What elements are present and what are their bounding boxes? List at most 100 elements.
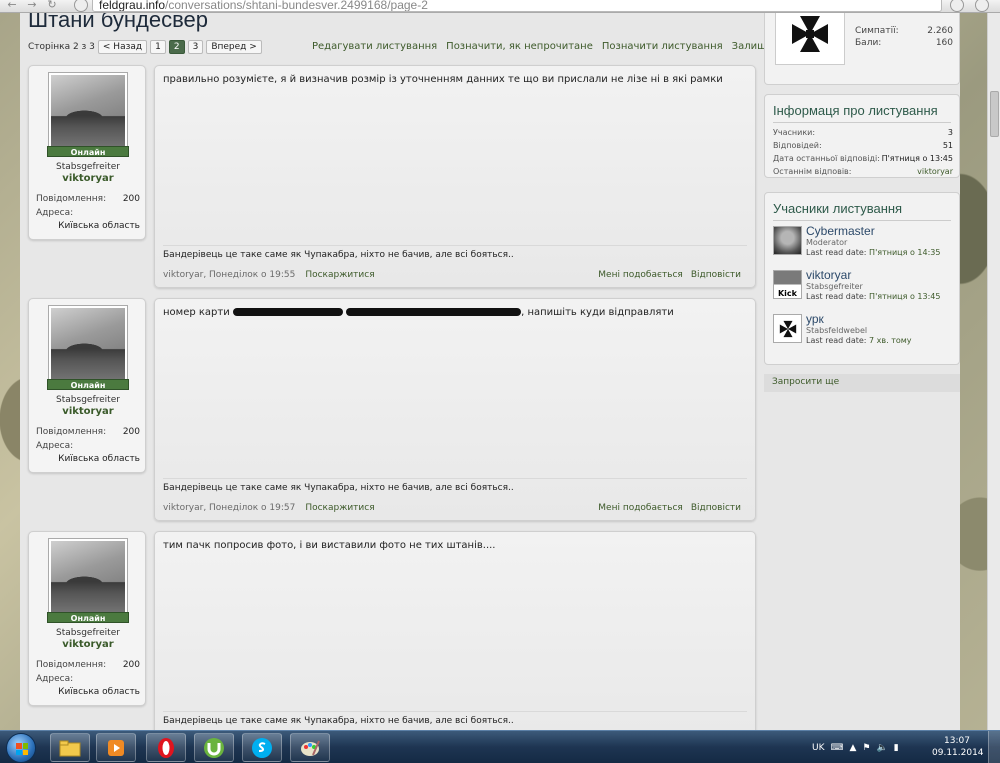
address-label: Адреса: xyxy=(36,208,74,218)
avatar[interactable] xyxy=(48,538,128,618)
report-link[interactable]: Поскаржитися xyxy=(305,503,374,513)
info-label: Останнім відповів: xyxy=(773,167,852,176)
participant-name[interactable]: урк xyxy=(806,312,824,326)
iron-cross-icon xyxy=(779,320,796,337)
pocket-icon[interactable] xyxy=(950,0,964,12)
username-link[interactable]: viktoryar xyxy=(29,406,147,417)
utorrent-taskbar-button[interactable] xyxy=(194,733,234,762)
participant-name[interactable]: Cybermaster xyxy=(806,224,875,238)
participant-item[interactable]: Kick viktoryar Stabsgefreiter Last read … xyxy=(773,268,953,304)
scrollbar[interactable] xyxy=(987,13,1000,730)
forward-arrow-icon[interactable]: → xyxy=(24,0,40,12)
avatar[interactable] xyxy=(48,72,128,152)
keyboard-icon[interactable]: ⌨ xyxy=(831,743,844,753)
username-link[interactable]: viktoryar xyxy=(29,173,147,184)
star-conversation-link[interactable]: Позначити листування xyxy=(602,41,723,52)
utorrent-icon xyxy=(204,737,224,758)
last-replier-link[interactable]: viktoryar xyxy=(917,167,953,176)
report-link[interactable]: Поскаржитися xyxy=(305,270,374,280)
likes-label: Симпатії: xyxy=(855,26,899,36)
participant-avatar[interactable]: Kick xyxy=(773,270,802,299)
network-signal-icon[interactable]: ▮ xyxy=(894,743,899,753)
user-rank: Stabsgefreiter xyxy=(56,395,120,405)
post-author-date[interactable]: viktoryar, Понеділок о 19:57 xyxy=(163,503,295,513)
like-link[interactable]: Мені подобається xyxy=(598,503,683,513)
clock-time: 13:07 xyxy=(944,736,970,746)
volume-icon[interactable]: 🔈 xyxy=(877,743,888,753)
like-link[interactable]: Мені подобається xyxy=(598,270,683,280)
messages-stat: Повідомлення: 200 xyxy=(36,194,140,204)
message-body: правильно розумієте, я й визначив розмір… xyxy=(154,65,756,288)
page-1-button[interactable]: 1 xyxy=(150,40,166,54)
windows-logo-icon xyxy=(16,743,28,755)
show-desktop-button[interactable] xyxy=(988,731,1000,763)
next-page-button[interactable]: Вперед > xyxy=(206,40,262,54)
address-value: Київська область xyxy=(58,221,140,231)
tray-overflow-icon[interactable]: ▲ xyxy=(850,743,857,753)
user-card: Онлайн Stabsgefreiter viktoryar Повідомл… xyxy=(28,298,146,473)
edit-conversation-link[interactable]: Редагувати листування xyxy=(312,41,437,52)
scroll-thumb[interactable] xyxy=(990,91,999,137)
url-path: /conversations/shtani-bundesver.2499168/… xyxy=(165,0,428,12)
info-row: Відповідей: 51 xyxy=(773,141,953,150)
reload-icon[interactable]: ↻ xyxy=(44,0,60,12)
skype-taskbar-button[interactable] xyxy=(242,733,282,762)
mark-unread-link[interactable]: Позначити, як непрочитане xyxy=(446,41,593,52)
last-read-label: Last read date: xyxy=(806,336,867,345)
explorer-taskbar-button[interactable] xyxy=(50,733,90,762)
username-link[interactable]: viktoryar xyxy=(29,639,147,650)
signature-divider xyxy=(163,478,747,479)
page-2-button[interactable]: 2 xyxy=(168,40,185,54)
post-meta: viktoryar, Понеділок о 19:57 Поскаржитис… xyxy=(163,503,375,513)
info-label: Учасники: xyxy=(773,128,816,137)
address-bar[interactable]: feldgrau.info/conversations/shtani-bunde… xyxy=(92,0,942,12)
participant-rank: Stabsgefreiter xyxy=(806,282,863,291)
avatar[interactable] xyxy=(48,305,128,385)
paint-taskbar-button[interactable] xyxy=(290,733,330,762)
start-button[interactable] xyxy=(6,733,36,763)
participant-name[interactable]: viktoryar xyxy=(806,268,851,282)
skype-icon xyxy=(252,737,272,758)
clock[interactable]: 13:07 09.11.2014 xyxy=(932,735,984,759)
page-title: Штани бундесвер xyxy=(28,13,209,32)
opera-icon xyxy=(158,737,174,758)
participant-rank: Moderator xyxy=(806,238,848,247)
media-player-icon xyxy=(108,739,124,756)
site-info-icon[interactable] xyxy=(74,0,88,12)
info-row: Дата останньої відповіді: П'ятниця о 13:… xyxy=(773,154,953,163)
messages-label: Повідомлення: xyxy=(36,660,107,670)
menu-icon[interactable] xyxy=(975,0,989,12)
media-player-taskbar-button[interactable] xyxy=(96,733,136,762)
participant-item[interactable]: урк Stabsfeldwebel Last read date: 7 хв.… xyxy=(773,312,953,348)
opera-taskbar-button[interactable] xyxy=(146,733,186,762)
user-card: Онлайн Stabsgefreiter viktoryar Повідомл… xyxy=(28,65,146,240)
participant-avatar[interactable] xyxy=(773,314,802,343)
tank-avatar-image xyxy=(51,541,125,615)
reply-link[interactable]: Відповісти xyxy=(691,503,741,513)
info-label: Дата останньої відповіді: xyxy=(773,154,880,163)
message-text: номер карти , напишіть куди відправляти xyxy=(163,307,674,318)
info-value: 3 xyxy=(947,128,953,137)
participant-rank: Stabsfeldwebel xyxy=(806,326,868,335)
participant-avatar[interactable] xyxy=(773,226,802,255)
action-center-flag-icon[interactable]: ⚑ xyxy=(862,743,870,753)
language-indicator[interactable]: UK xyxy=(812,743,825,753)
pager-label: Сторінка 2 з 3 xyxy=(28,42,95,52)
signature: Бандерівець це таке саме як Чупакабра, н… xyxy=(163,250,514,260)
address-stat: Адреса: xyxy=(36,208,140,218)
page-3-button[interactable]: 3 xyxy=(187,40,204,54)
message-text: правильно розумієте, я й визначив розмір… xyxy=(163,74,723,85)
post-author-date[interactable]: viktoryar, Понеділок о 19:55 xyxy=(163,270,295,280)
prev-page-button[interactable]: < Назад xyxy=(97,40,148,54)
participant-item[interactable]: Cybermaster Moderator Last read date: П'… xyxy=(773,224,953,260)
back-arrow-icon[interactable]: ← xyxy=(4,0,20,12)
address-stat: Адреса: xyxy=(36,441,140,451)
last-read-label: Last read date: xyxy=(806,248,867,257)
reply-link[interactable]: Відповісти xyxy=(691,270,741,280)
iron-cross-avatar[interactable] xyxy=(775,13,845,65)
invite-more-link[interactable]: Запросити ще xyxy=(764,374,960,392)
profile-box: Симпатії: 2.260 Бали: 160 xyxy=(764,13,960,85)
sidebar: Симпатії: 2.260 Бали: 160 Інформаця про … xyxy=(764,13,960,730)
address-label: Адреса: xyxy=(36,674,74,684)
messages-label: Повідомлення: xyxy=(36,427,107,437)
